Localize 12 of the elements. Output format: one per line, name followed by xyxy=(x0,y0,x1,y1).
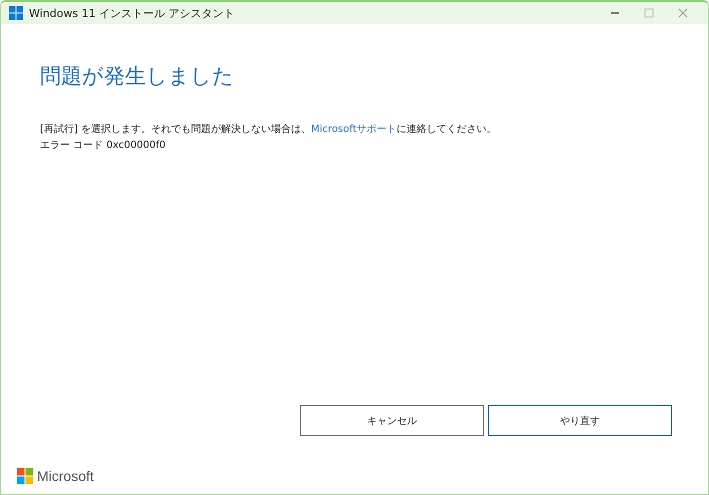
cancel-button[interactable]: キャンセル xyxy=(300,405,484,436)
error-code: エラー コード 0xc00000f0 xyxy=(40,139,167,152)
maximize-icon[interactable] xyxy=(644,8,654,18)
window-title: Windows 11 インストール アシスタント xyxy=(29,6,235,20)
logo-text: Microsoft xyxy=(37,468,94,484)
windows-logo-icon xyxy=(9,6,23,20)
close-icon[interactable] xyxy=(678,8,688,18)
microsoft-logo-icon xyxy=(17,468,33,484)
retry-button[interactable]: やり直す xyxy=(488,405,672,436)
error-message: [再試行] を選択します。それでも問題が解決しない場合は、Microsoftサポート に連絡してください。 xyxy=(40,122,498,136)
support-link[interactable]: Microsoftサポート xyxy=(310,124,396,135)
dialog-heading: 問題が発生しました xyxy=(40,63,235,90)
